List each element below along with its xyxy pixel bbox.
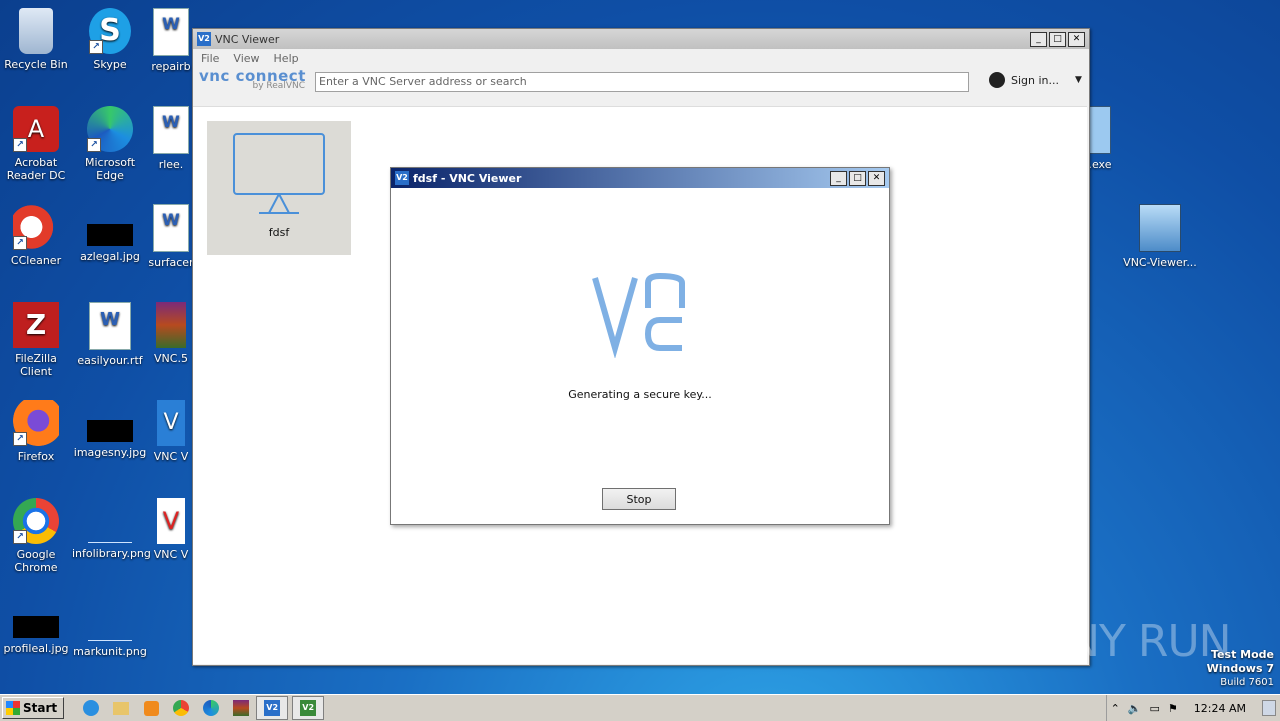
- desktop-icon-chrome[interactable]: ↗ Google Chrome: [0, 498, 74, 574]
- media-player-icon[interactable]: [140, 698, 162, 718]
- word-doc-icon: W: [153, 106, 189, 154]
- installer-icon: [1139, 204, 1181, 252]
- edge-icon: ↗: [87, 106, 133, 152]
- desktop-icon-firefox[interactable]: ↗ Firefox: [0, 400, 74, 463]
- taskbar-item-vnc-viewer[interactable]: V2: [256, 696, 289, 720]
- system-tray: ⌃ 🔈 ▭ ⚑ 12:24 AM: [1105, 695, 1280, 721]
- desktop-icon-skype[interactable]: S ↗ Skype: [72, 8, 148, 71]
- desktop-icon-vnc-viewer-2[interactable]: V VNC V: [146, 498, 196, 561]
- desktop-icon-profileal[interactable]: profileal.jpg: [0, 596, 74, 655]
- start-button[interactable]: Start: [2, 697, 65, 719]
- shortcut-arrow-icon: ↗: [13, 432, 27, 446]
- vnc-connect-logo: vnc connect by RealVNC: [199, 67, 306, 92]
- desktop-icon-filezilla[interactable]: Z FileZilla Client: [0, 302, 74, 378]
- minimize-button[interactable]: _: [830, 170, 847, 186]
- image-file-icon: [87, 224, 133, 246]
- connecting-dialog: V2 fdsf - VNC Viewer _ □ ✕ Generating a …: [390, 167, 890, 525]
- close-button[interactable]: ✕: [1068, 31, 1085, 47]
- winrar-icon[interactable]: [230, 698, 252, 718]
- minimize-button[interactable]: _: [1030, 31, 1047, 47]
- close-button[interactable]: ✕: [868, 170, 885, 186]
- clock[interactable]: 12:24 AM: [1194, 702, 1246, 715]
- connection-tile[interactable]: fdsf: [207, 121, 351, 255]
- user-icon: [989, 72, 1005, 88]
- desktop-icon-edge[interactable]: ↗ Microsoft Edge: [72, 106, 148, 182]
- firefox-icon: ↗: [13, 400, 59, 446]
- filezilla-icon: Z: [13, 302, 59, 348]
- os-info: Test Mode Windows 7 Build 7601: [1206, 648, 1274, 688]
- menu-view[interactable]: View: [233, 52, 259, 65]
- taskbar-item-vnc-dialog[interactable]: V2: [292, 696, 325, 720]
- desktop-icon-rlee[interactable]: W rlee.: [146, 106, 196, 171]
- desktop-icon-easilyour[interactable]: W easilyour.rtf: [72, 302, 148, 367]
- skype-icon: S ↗: [89, 8, 131, 54]
- image-file-icon: [87, 420, 133, 442]
- connection-status: Generating a secure key...: [568, 388, 712, 401]
- vnc-app-icon: V2: [395, 171, 409, 185]
- desktop-icon-imagesny[interactable]: imagesny.jpg: [72, 400, 148, 459]
- maximize-button[interactable]: □: [1049, 31, 1066, 47]
- speaker-icon[interactable]: 🔈: [1128, 702, 1142, 715]
- explorer-icon[interactable]: [110, 698, 132, 718]
- shortcut-arrow-icon: ↗: [13, 530, 27, 544]
- taskbar: Start V2 V2 ⌃ 🔈 ▭ ⚑ 12:24 AM: [0, 694, 1280, 721]
- dialog-titlebar[interactable]: V2 fdsf - VNC Viewer _ □ ✕: [391, 168, 889, 188]
- menu-bar: File View Help: [193, 49, 1089, 67]
- desktop-icon-markunit[interactable]: markunit.png: [72, 596, 148, 658]
- image-file-icon: [13, 616, 59, 638]
- installer-icon: [1089, 106, 1111, 154]
- desktop-icon-vnc5[interactable]: VNC.5: [146, 302, 196, 365]
- flag-icon[interactable]: ⚑: [1168, 702, 1178, 715]
- edge-icon[interactable]: [200, 698, 222, 718]
- image-file-icon: [88, 498, 132, 543]
- shortcut-arrow-icon: ↗: [13, 236, 27, 250]
- network-icon[interactable]: ▭: [1150, 702, 1160, 715]
- shortcut-arrow-icon: ↗: [89, 40, 103, 54]
- word-doc-icon: W: [153, 8, 189, 56]
- maximize-button[interactable]: □: [849, 170, 866, 186]
- desktop-icon-repairb[interactable]: W repairb: [146, 8, 196, 73]
- word-doc-icon: W: [153, 204, 189, 252]
- vnc-app-icon: V2: [197, 32, 211, 46]
- chrome-icon: ↗: [13, 498, 59, 544]
- chevron-up-icon[interactable]: ⌃: [1111, 702, 1120, 715]
- sign-in-button[interactable]: Sign in... ▼: [989, 72, 1082, 88]
- winrar-icon: [156, 302, 186, 348]
- ccleaner-icon: ↗: [13, 204, 59, 250]
- word-doc-icon: W: [89, 302, 131, 350]
- monitor-icon: [233, 133, 325, 214]
- vnc-icon: V: [157, 400, 185, 446]
- recycle-bin-icon: [19, 8, 53, 54]
- desktop-icon-vnc-viewer-1[interactable]: V VNC V: [146, 400, 196, 463]
- chevron-down-icon[interactable]: ▼: [1075, 75, 1082, 85]
- stop-button[interactable]: Stop: [602, 488, 676, 510]
- desktop-icon-ccleaner[interactable]: ↗ CCleaner: [0, 204, 74, 267]
- window-titlebar[interactable]: V2 VNC Viewer _ □ ✕: [193, 29, 1089, 49]
- window-title: VNC Viewer: [215, 32, 280, 46]
- show-desktop-button[interactable]: [1262, 700, 1276, 716]
- desktop-icon-infolibrary[interactable]: infolibrary.png: [72, 498, 151, 560]
- menu-help[interactable]: Help: [274, 52, 299, 65]
- server-address-input[interactable]: Enter a VNC Server address or search: [315, 72, 969, 92]
- vnc-logo-icon: [592, 272, 685, 358]
- vnc-icon: V: [157, 498, 185, 544]
- desktop-icon-vnc-viewer-setup[interactable]: VNC-Viewer...: [1122, 204, 1198, 269]
- shortcut-arrow-icon: ↗: [13, 138, 27, 152]
- windows-logo-icon: [6, 701, 20, 715]
- desktop-icon-acrobat[interactable]: A ↗ Acrobat Reader DC: [0, 106, 74, 182]
- menu-file[interactable]: File: [201, 52, 219, 65]
- toolbar: vnc connect by RealVNC Enter a VNC Serve…: [193, 67, 1089, 95]
- desktop-icon-surfacer[interactable]: W surfacer: [146, 204, 196, 269]
- chrome-icon[interactable]: [170, 698, 192, 718]
- shortcut-arrow-icon: ↗: [87, 138, 101, 152]
- acrobat-icon: A ↗: [13, 106, 59, 152]
- desktop-icon-recycle-bin[interactable]: Recycle Bin: [0, 8, 74, 71]
- image-file-icon: [88, 596, 132, 641]
- desktop-icon-azlegal[interactable]: azlegal.jpg: [72, 204, 148, 263]
- dialog-title: fdsf - VNC Viewer: [413, 171, 522, 185]
- ie-icon[interactable]: [80, 698, 102, 718]
- tile-label: fdsf: [268, 226, 290, 239]
